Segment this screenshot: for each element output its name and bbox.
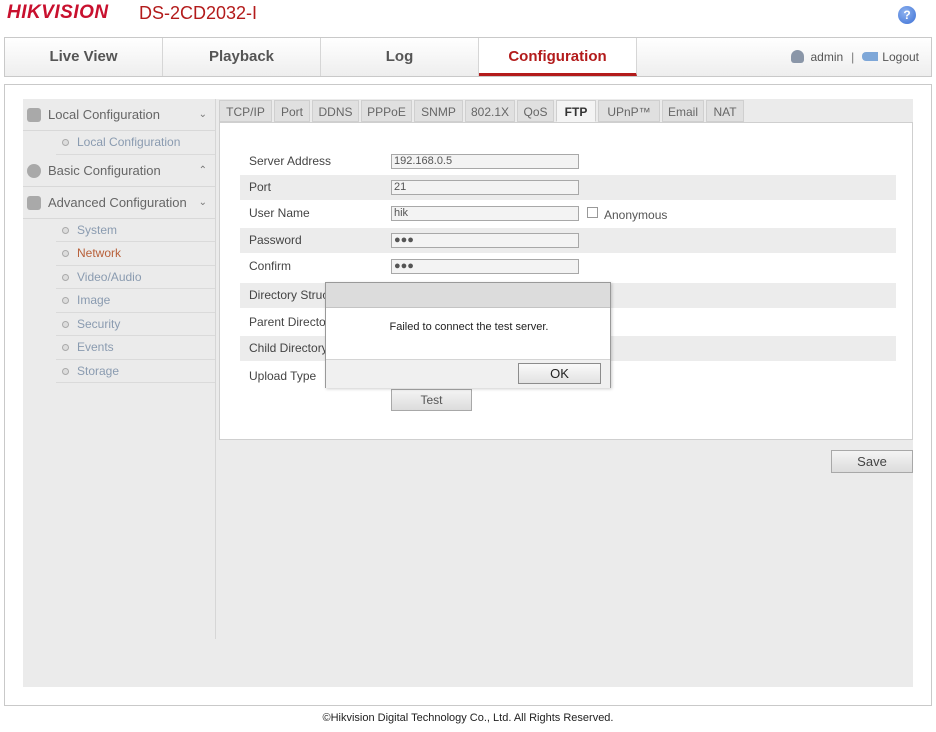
sidebar-item-storage[interactable]: Storage: [56, 360, 215, 383]
separator: |: [851, 50, 855, 64]
password-label: Password: [249, 233, 302, 247]
password-row: Password ●●●: [240, 228, 896, 253]
bullet-icon: [62, 226, 69, 234]
main-frame: Local Configuration ⌄ Local Configuratio…: [4, 84, 932, 706]
bullet-icon: [62, 320, 69, 328]
anonymous-checkbox[interactable]: [587, 207, 598, 218]
sidebar-item-label: Local Configuration: [77, 135, 181, 149]
tab-ddns[interactable]: DDNS: [312, 100, 359, 122]
sidebar-item-label: Video/Audio: [77, 269, 142, 284]
copyright-footer: ©Hikvision Digital Technology Co., Ltd. …: [322, 712, 614, 724]
logout-icon[interactable]: [862, 52, 879, 61]
nav-tab-playback[interactable]: Playback: [163, 38, 321, 76]
server-address-label: Server Address: [249, 154, 332, 168]
anonymous-label: Anonymous: [604, 208, 668, 222]
dialog-footer: OK: [326, 359, 610, 388]
sidebar-item-network[interactable]: Network: [56, 242, 215, 266]
bullet-icon: [62, 139, 69, 146]
port-input[interactable]: 21: [391, 180, 579, 195]
sidebar: Local Configuration ⌄ Local Configuratio…: [23, 99, 215, 383]
password-input[interactable]: ●●●: [391, 233, 579, 248]
dialog-title-bar[interactable]: [326, 283, 610, 308]
chevron-down-icon: ⌄: [198, 109, 207, 120]
confirm-input[interactable]: ●●●: [391, 259, 579, 274]
tab-ftp[interactable]: FTP: [556, 100, 596, 122]
monitor-icon: [27, 108, 41, 122]
wrench-icon: [27, 195, 41, 210]
sidebar-item-label: System: [77, 222, 118, 237]
confirm-label: Confirm: [249, 259, 292, 273]
sidebar-item-local-configuration[interactable]: Local Configuration: [56, 131, 215, 155]
bullet-icon: [62, 367, 69, 375]
logout-link[interactable]: Logout: [882, 50, 919, 64]
test-button[interactable]: Test: [391, 389, 472, 411]
sidebar-local-configuration[interactable]: Local Configuration ⌄: [23, 99, 215, 131]
sidebar-item-image[interactable]: Image: [56, 289, 215, 313]
user-name-label: User Name: [249, 206, 310, 220]
error-dialog: Failed to connect the test server. OK: [325, 282, 611, 388]
sidebar-heading-label: Advanced Configuration: [48, 194, 187, 210]
tab-email[interactable]: Email: [662, 100, 704, 122]
sidebar-item-label: Image: [77, 293, 111, 307]
server-address-input[interactable]: 192.168.0.5: [391, 154, 579, 169]
chevron-up-icon: ⌃: [198, 164, 207, 176]
device-model: DS-2CD2032-I: [139, 3, 258, 23]
ok-button[interactable]: OK: [518, 363, 601, 384]
upload-type-label: Upload Type: [249, 369, 317, 383]
globe-icon: [27, 163, 41, 178]
port-label: Port: [249, 180, 272, 194]
tab-port[interactable]: Port: [274, 100, 310, 122]
child-directory-label: Child Directory: [249, 341, 328, 355]
tab-qos[interactable]: QoS: [517, 100, 554, 122]
user-icon: [791, 50, 805, 63]
sidebar-item-system[interactable]: System: [56, 219, 215, 242]
bullet-icon: [62, 344, 69, 351]
parent-directory-label: Parent Director: [249, 315, 330, 329]
dialog-message: Failed to connect the test server.: [389, 321, 549, 333]
user-name-input[interactable]: hik: [391, 206, 579, 221]
confirm-row: Confirm ●●●: [240, 254, 896, 279]
ftp-settings-panel: Server Address 192.168.0.5 Port 21 User …: [219, 122, 913, 440]
username: admin: [810, 50, 844, 64]
sidebar-item-security[interactable]: Security: [56, 313, 215, 336]
nav-tab-configuration[interactable]: Configuration: [479, 38, 637, 76]
user-area: admin | Logout: [791, 38, 919, 76]
sidebar-item-label: Security: [77, 316, 121, 331]
server-address-row: Server Address 192.168.0.5: [240, 149, 896, 174]
sidebar-item-events[interactable]: Events: [56, 336, 215, 360]
sidebar-item-label: Network: [77, 246, 122, 260]
tab-802-1x[interactable]: 802.1X: [465, 100, 515, 122]
bullet-icon: [62, 273, 69, 281]
help-icon[interactable]: ?: [898, 6, 916, 24]
sidebar-item-label: Storage: [77, 363, 120, 378]
tab-tcp-ip[interactable]: TCP/IP: [219, 100, 272, 122]
bullet-icon: [62, 297, 69, 304]
sidebar-heading-label: Local Configuration: [48, 107, 161, 122]
tab-nat[interactable]: NAT: [706, 100, 744, 122]
save-button[interactable]: Save: [831, 450, 913, 473]
user-name-row: User Name hik Anonymous: [240, 201, 896, 226]
sidebar-heading-label: Basic Configuration: [48, 162, 161, 178]
chevron-down-icon: ⌄: [198, 196, 207, 208]
sidebar-item-label: Events: [77, 340, 114, 354]
sidebar-item-video-audio[interactable]: Video/Audio: [56, 266, 215, 289]
tab-pppoe[interactable]: PPPoE: [361, 100, 412, 122]
tab-upnp[interactable]: UPnP™: [598, 100, 660, 122]
port-row: Port 21: [240, 175, 896, 200]
sidebar-basic-configuration[interactable]: Basic Configuration ⌃: [23, 155, 215, 187]
brand-logo: HIKVISION: [7, 2, 109, 23]
directory-structure-label: Directory Struct: [249, 288, 332, 302]
nav-tab-live-view[interactable]: Live View: [5, 38, 163, 76]
sidebar-advanced-configuration[interactable]: Advanced Configuration ⌄: [23, 187, 215, 219]
tab-snmp[interactable]: SNMP: [414, 100, 463, 122]
nav-tab-log[interactable]: Log: [321, 38, 479, 76]
bullet-icon: [62, 250, 69, 257]
sidebar-divider: [215, 99, 216, 639]
main-nav: Live View Playback Log Configuration adm…: [4, 37, 932, 77]
